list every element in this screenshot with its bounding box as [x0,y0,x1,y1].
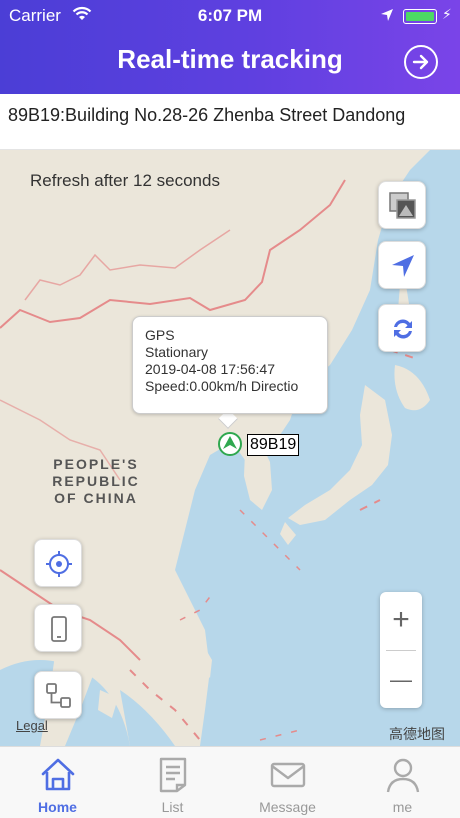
map-provider-logo: 高德地图 [389,726,445,742]
crosshair-icon [46,551,72,577]
page-title: Real-time tracking [117,44,343,74]
tab-message[interactable]: Message [230,747,345,818]
tab-home-label: Home [38,799,77,815]
header: Carrier 6:07 PM ⚡ Real-time tracking [0,0,460,94]
vehicle-marker-icon[interactable] [218,432,242,456]
charging-bolt-icon: ⚡ [442,6,452,22]
tab-list-label: List [161,799,184,815]
phone-icon [51,616,67,642]
arrow-right-icon [412,54,429,70]
refresh-countdown: Refresh after 12 seconds [30,171,220,190]
home-icon [41,758,75,791]
locate-me-button[interactable] [378,241,426,289]
tab-bar: Home List Message me [0,746,460,818]
tab-message-label: Message [259,799,316,815]
tab-me[interactable]: me [345,747,460,818]
popup-timestamp: 2019-04-08 17:56:47 [145,361,275,377]
user-icon [386,758,420,793]
refresh-icon [394,319,412,339]
country-label: PEOPLE'S REPUBLIC OF CHINA [52,456,140,506]
battery-icon [403,9,437,24]
route-button[interactable] [34,671,82,719]
vehicle-plate-label[interactable]: 89B19 [247,434,300,456]
refresh-button[interactable] [378,304,426,352]
popup-speed: Speed:0.00km/h Directio [145,378,299,394]
exit-button[interactable] [404,45,438,79]
zoom-in-button[interactable]: + [380,592,422,648]
map-view[interactable]: Refresh after 12 seconds + — GPS Station… [0,150,460,746]
vehicle-address: 89B19:Building No.28-26 Zhenba Street Da… [0,94,460,150]
legal-link[interactable]: Legal [16,718,48,733]
map-layers-icon [389,192,416,219]
zoom-out-button[interactable]: — [380,652,422,708]
phone-location-button[interactable] [34,604,82,652]
message-icon [270,762,306,788]
zoom-control: + — [380,592,422,708]
tab-list[interactable]: List [115,747,230,818]
list-icon [159,757,187,793]
zoom-divider [386,650,416,651]
center-vehicle-button[interactable] [34,539,82,587]
map-layer-button[interactable] [378,181,426,229]
navigation-arrow-icon [392,255,414,277]
route-nodes-icon [46,683,71,708]
status-bar: Carrier 6:07 PM ⚡ [0,0,460,32]
tab-home[interactable]: Home [0,747,115,818]
location-arrow-icon [380,7,394,27]
popup-source: GPS [145,327,175,343]
tab-me-label: me [392,799,413,815]
vehicle-info-popup[interactable]: GPS Stationary 2019-04-08 17:56:47 Speed… [132,316,328,414]
popup-status: Stationary [145,344,209,360]
